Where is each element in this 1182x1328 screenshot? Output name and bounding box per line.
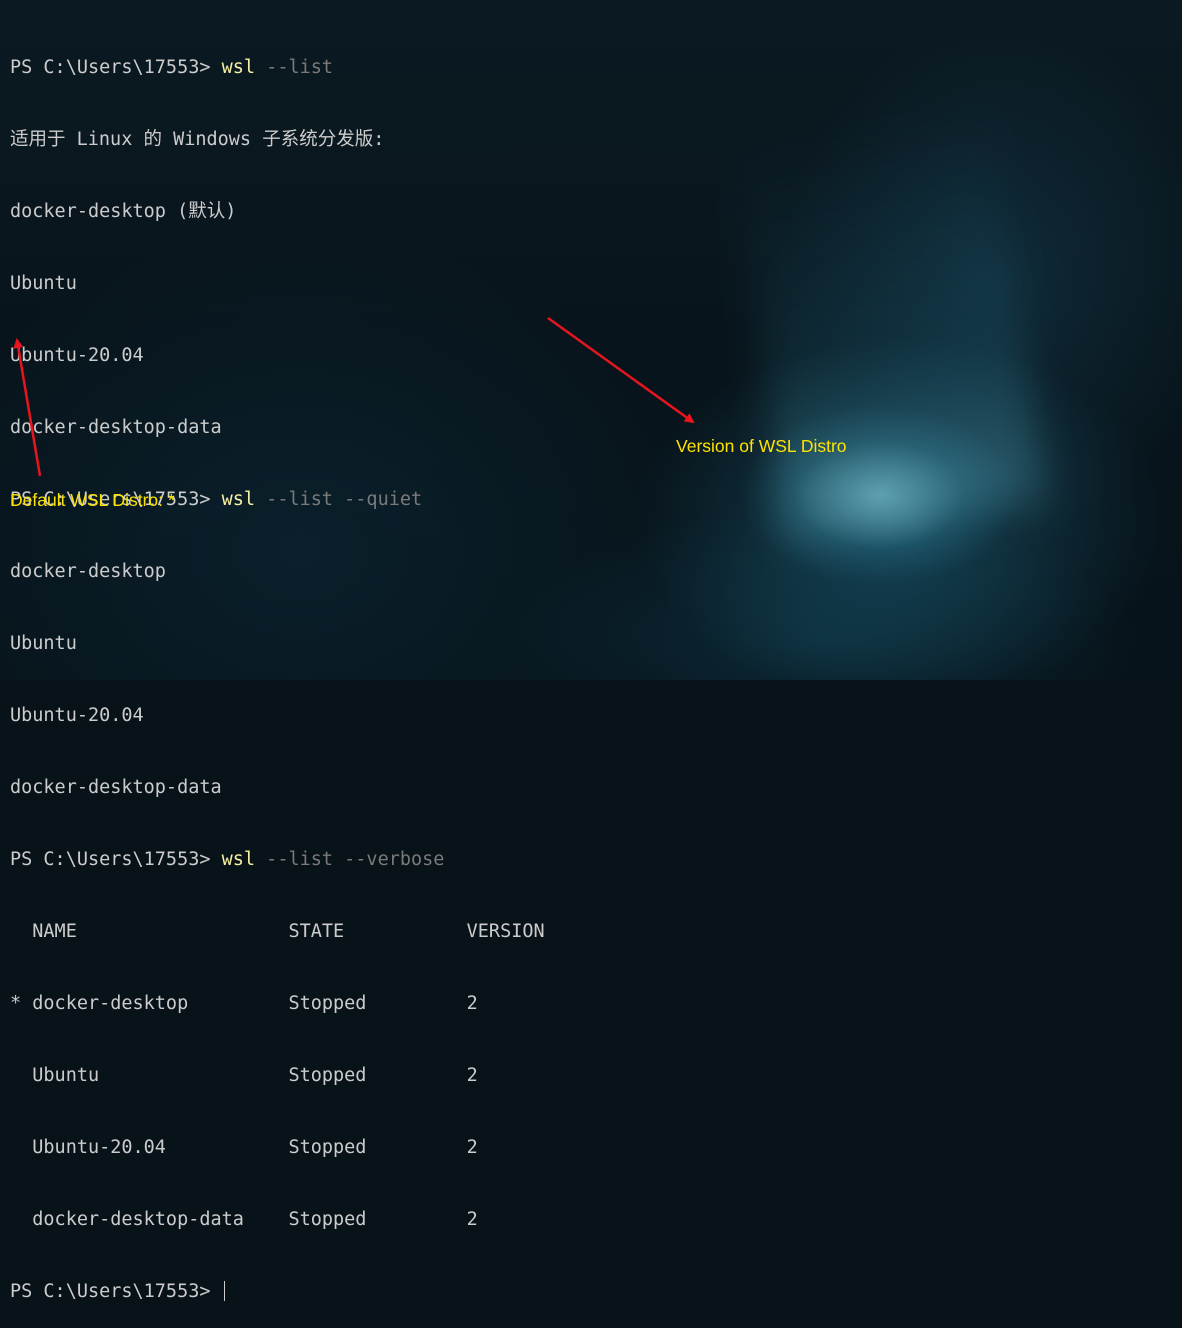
command-args: --list --verbose (255, 849, 445, 870)
default-annotation: Default WSL Distro: * (10, 490, 175, 510)
version-annotation: Version of WSL Distro (676, 436, 847, 456)
table-row: Ubuntu-20.04 Stopped 2 (10, 1137, 478, 1158)
prompt: PS C:\Users\17553> (10, 849, 222, 870)
output-line: docker-desktop-data (10, 777, 222, 798)
text-cursor (223, 1281, 225, 1301)
command: wsl (221, 849, 256, 870)
default-arrow (13, 338, 42, 477)
table-row: docker-desktop-data Stopped 2 (10, 1209, 478, 1230)
command-line: PS C:\Users\17553> wsl --list --verbose (10, 848, 545, 872)
prompt: PS C:\Users\17553> (10, 1281, 222, 1302)
annotation-arrows (13, 316, 695, 477)
table-row: Ubuntu Stopped 2 (10, 1065, 478, 1086)
table-header: NAME STATE VERSION (10, 921, 545, 942)
output-line: Ubuntu-20.04 (10, 705, 144, 726)
version-arrow (547, 316, 695, 424)
table-row: * docker-desktop Stopped 2 (10, 993, 478, 1014)
active-prompt-line[interactable]: PS C:\Users\17553> (10, 1280, 545, 1304)
